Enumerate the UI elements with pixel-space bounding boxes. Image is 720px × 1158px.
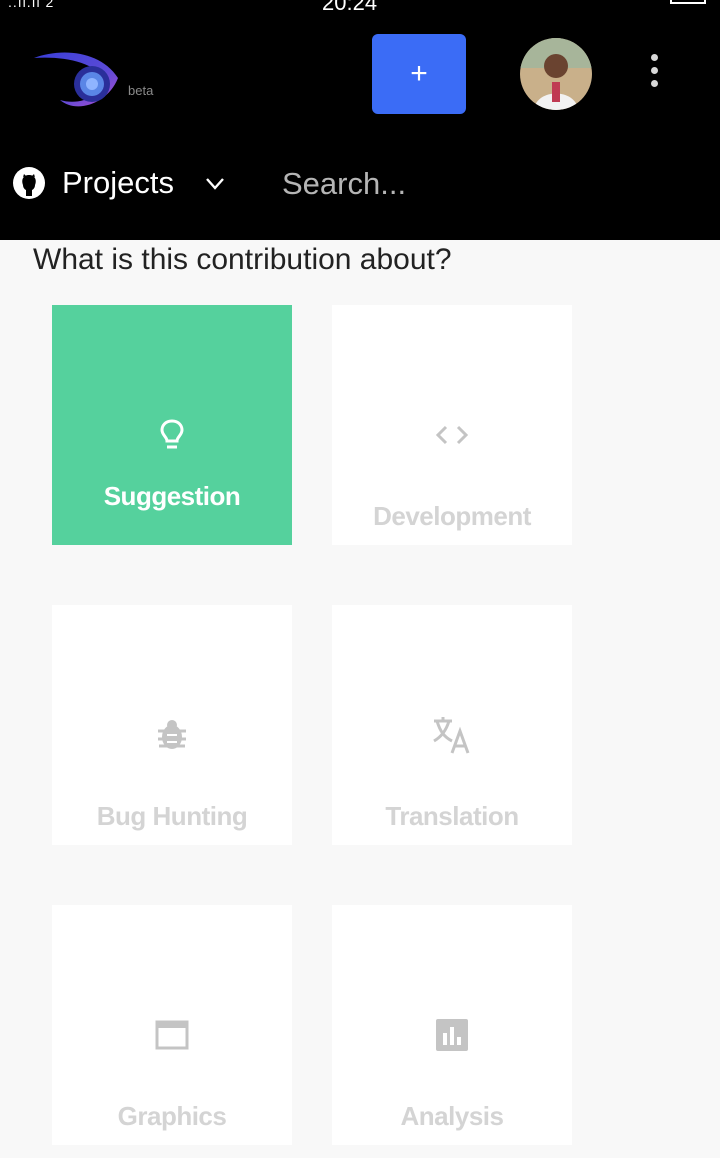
bug-icon [158,720,186,749]
category-card-graphics[interactable]: Graphics [52,905,292,1145]
projects-dropdown[interactable]: Projects [12,160,226,206]
beta-label: beta [128,83,154,98]
category-card-bug-hunting[interactable]: Bug Hunting [52,605,292,845]
avatar-photo [520,38,592,110]
app-logo-icon[interactable] [30,44,126,116]
bar-chart-icon [436,1019,468,1051]
category-card-analysis[interactable]: Analysis [332,905,572,1145]
code-icon [435,425,469,445]
category-label: Graphics [117,1101,227,1131]
category-card-development[interactable]: Development [332,305,572,545]
page-title: What is this contribution about? [33,243,452,276]
category-label: Bug Hunting [96,801,248,831]
chevron-down-icon [206,178,224,190]
battery-icon [670,0,706,4]
projects-label: Projects [62,165,174,200]
app-header: ..ıl.ıl 2 20:24 beta + [0,0,720,240]
category-card-suggestion[interactable]: Suggestion [52,305,292,545]
search-input[interactable] [282,160,682,208]
category-label: Suggestion [103,481,241,511]
category-label: Translation [385,801,519,831]
status-clock: 20:24 [322,0,377,10]
more-options-icon[interactable] [640,54,668,92]
lightbulb-icon [160,419,184,449]
signal-indicator: ..ıl.ıl 2 [8,0,55,10]
add-button[interactable]: + [372,34,466,114]
category-label: Development [373,501,531,531]
category-label: Analysis [400,1101,504,1131]
translate-icon [433,717,470,754]
github-icon [13,167,45,199]
status-bar: ..ıl.ıl 2 20:24 [0,0,720,10]
category-card-translation[interactable]: Translation [332,605,572,845]
window-icon [155,1020,189,1050]
user-avatar[interactable] [520,38,592,110]
